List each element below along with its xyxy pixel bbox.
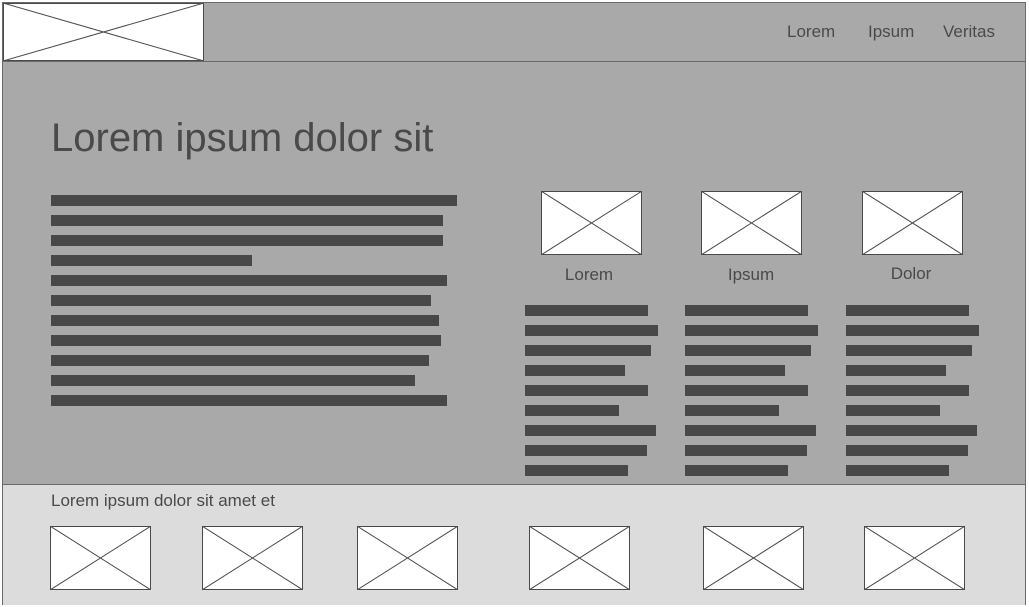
text-line [685,425,816,436]
text-line [51,315,439,326]
text-line [846,405,940,416]
nav-link-ipsum[interactable]: Ipsum [868,22,914,42]
logo-image-placeholder-icon[interactable] [3,3,204,61]
text-line [51,195,457,206]
text-line [685,405,779,416]
text-line [685,325,818,336]
feature-caption-dolor: Dolor [890,264,932,283]
footer-thumbnail-image-placeholder-icon[interactable] [864,526,965,590]
text-line [846,425,977,436]
text-line [846,365,946,376]
text-line [525,305,648,316]
text-line [51,295,431,306]
text-line [685,445,807,456]
text-line [525,445,647,456]
footer-thumbnail-image-placeholder-icon[interactable] [202,526,303,590]
text-line [51,375,415,386]
text-line [846,325,979,336]
text-line [846,465,949,476]
nav-link-lorem[interactable]: Lorem [787,22,835,42]
text-line [685,385,808,396]
text-line [525,425,656,436]
footer-thumbnail-image-placeholder-icon[interactable] [703,526,804,590]
feature-caption-lorem: Lorem [564,265,614,284]
text-line [685,305,808,316]
text-line [51,215,443,226]
text-line [51,255,252,266]
text-line [846,385,969,396]
text-line [51,235,443,246]
text-line [846,305,969,316]
text-line [525,465,628,476]
text-line [525,325,658,336]
text-line [846,345,972,356]
footer-thumbnail-image-placeholder-icon[interactable] [50,526,151,590]
text-line [51,355,429,366]
footer-thumbnail-image-placeholder-icon[interactable] [529,526,630,590]
feature-lorem-image-placeholder-icon[interactable] [541,191,642,255]
text-line [525,345,651,356]
footer-text: Lorem ipsum dolor sit amet et [51,491,275,510]
text-line [685,465,788,476]
feature-ipsum-image-placeholder-icon[interactable] [701,191,802,255]
text-line [51,275,447,286]
hero-title: Lorem ipsum dolor sit [51,116,434,160]
text-line [685,365,785,376]
text-line [525,385,648,396]
text-line [685,345,811,356]
footer-thumbnail-image-placeholder-icon[interactable] [357,526,458,590]
text-line [51,335,441,346]
nav-link-veritas[interactable]: Veritas [943,22,995,42]
text-line [525,365,625,376]
text-line [525,405,619,416]
text-line [846,445,968,456]
feature-caption-ipsum: Ipsum [727,265,775,284]
feature-dolor-image-placeholder-icon[interactable] [862,191,963,255]
text-line [51,395,447,406]
